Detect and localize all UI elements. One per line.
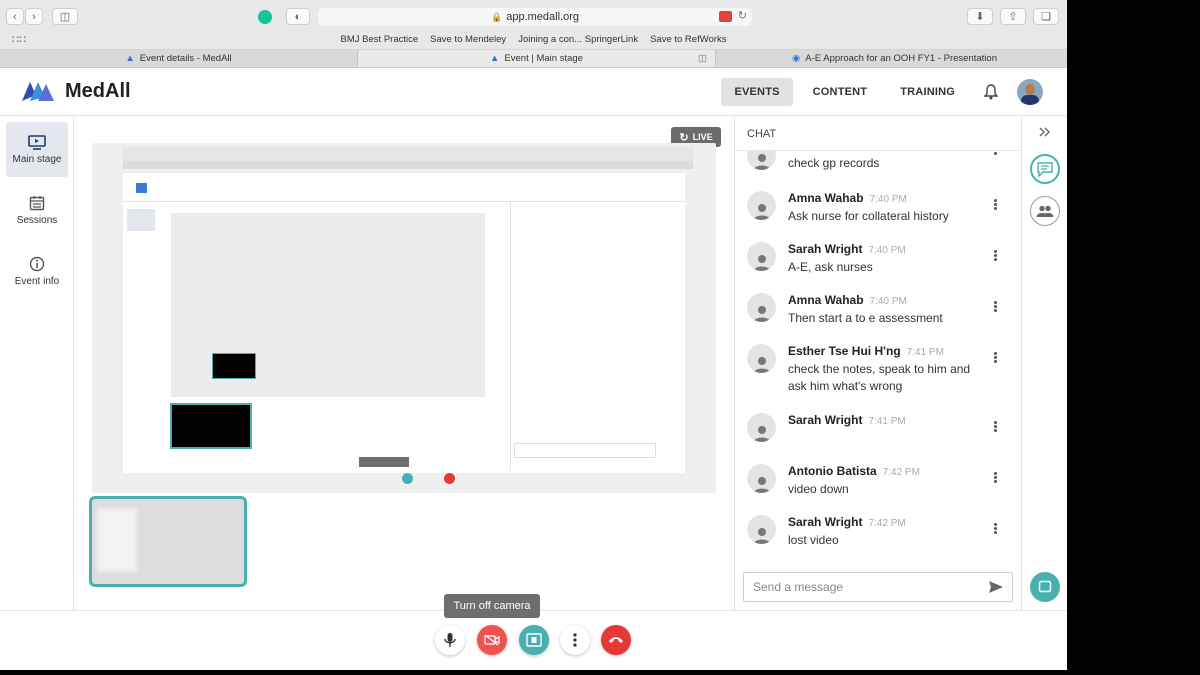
mic-button[interactable] (435, 625, 465, 655)
chat-toggle-icon[interactable] (1030, 154, 1060, 184)
chat-message-list[interactable]: check gp records Amna Wahab 7:40 PM Ask n… (735, 151, 1021, 556)
brand-logo[interactable]: MedAll (20, 79, 131, 103)
more-vertical-icon (573, 633, 577, 647)
tabs-overview-icon[interactable]: ❏ (1033, 8, 1059, 25)
more-options-icon[interactable] (994, 522, 998, 535)
event-sidebar: Main stage Sessions Event info (0, 117, 74, 610)
more-options-icon[interactable] (994, 249, 998, 262)
more-options-button[interactable] (560, 625, 590, 655)
right-rail (1023, 117, 1067, 610)
user-avatar-icon (747, 293, 776, 322)
end-call-button[interactable] (601, 625, 631, 655)
grammarly-icon[interactable] (253, 8, 277, 25)
browser-tab[interactable]: ◉ A-E Approach for an OOH FY1 - Presenta… (716, 50, 1067, 67)
browser-tabs: ▲ Event details - MedAll ▲ Event | Main … (0, 50, 1067, 68)
back-icon[interactable]: ‹ (6, 8, 24, 25)
browser-toolbar: ‹ › ◫ ◐ 🔒 app.medall.org ↻ ⬇ ⇧ ❏ (0, 0, 1067, 30)
hang-up-icon (609, 637, 623, 643)
user-avatar-icon (747, 515, 776, 544)
camera-off-icon (484, 634, 500, 646)
forward-icon[interactable]: › (25, 8, 43, 25)
bell-icon[interactable] (981, 82, 1001, 102)
address-bar[interactable]: 🔒 app.medall.org ↻ (318, 8, 752, 26)
sidebar-toggle-icon[interactable]: ◫ (52, 8, 78, 25)
favorite-link[interactable]: Joining a con... SpringerLink (518, 34, 638, 45)
camera-off-button[interactable] (477, 625, 507, 655)
medall-favicon-icon: ▲ (490, 53, 500, 64)
user-avatar-icon (747, 344, 776, 373)
self-video-tile[interactable] (89, 496, 247, 587)
user-avatar-icon (747, 413, 776, 442)
sidebar-item-main-stage[interactable]: Main stage (6, 122, 68, 177)
user-avatar-icon (747, 242, 776, 271)
info-icon (29, 256, 45, 272)
more-options-icon[interactable] (994, 151, 998, 156)
user-avatar-icon (747, 464, 776, 493)
main-nav: EVENTS CONTENT TRAINING (721, 78, 1067, 106)
more-options-icon[interactable] (994, 198, 998, 211)
main-stage: ↻ LIVE (75, 117, 734, 610)
mic-icon (444, 633, 456, 647)
app-header: MedAll EVENTS CONTENT TRAINING (0, 69, 1067, 116)
user-avatar-icon (747, 151, 776, 170)
spinner-icon: ↻ (679, 131, 689, 144)
more-options-icon[interactable] (994, 471, 998, 484)
shared-screen (92, 143, 716, 493)
favorite-link[interactable]: Save to RefWorks (650, 34, 726, 45)
browser-tab[interactable]: ▲ Event | Main stage ◫ (358, 50, 716, 67)
more-options-icon[interactable] (994, 351, 998, 364)
lock-icon: 🔒 (491, 11, 503, 22)
browser-tab[interactable]: ▲ Event details - MedAll (0, 50, 358, 67)
share-icon[interactable]: ⇧ (1000, 8, 1026, 25)
screen-share-icon (719, 11, 732, 22)
download-icon[interactable]: ⬇ (967, 8, 993, 25)
sidebar-item-event-info[interactable]: Event info (6, 244, 68, 299)
nav-training[interactable]: TRAINING (887, 78, 968, 106)
tooltip: Turn off camera (444, 594, 540, 618)
medall-favicon-icon: ▲ (125, 53, 135, 64)
app-window: ‹ › ◫ ◐ 🔒 app.medall.org ↻ ⬇ ⇧ ❏ ∷∷ BMJ … (0, 0, 1067, 670)
slides-favicon-icon: ◉ (792, 53, 801, 64)
more-options-icon[interactable] (994, 300, 998, 313)
nav-content[interactable]: CONTENT (800, 78, 881, 106)
grid-icon[interactable]: ∷∷ (12, 33, 26, 46)
chat-panel: CHAT check gp records Amna Wahab 7:40 PM … (734, 117, 1022, 610)
screen-share-icon (526, 633, 542, 647)
medall-logo-icon (22, 82, 54, 101)
participants-icon[interactable] (1030, 196, 1060, 226)
favorite-link[interactable]: Save to Mendeley (430, 34, 506, 45)
user-avatar-icon (747, 191, 776, 220)
shield-icon[interactable]: ◐ (286, 8, 310, 25)
chat-message-input[interactable]: Send a message (743, 572, 1013, 602)
collapse-icon[interactable] (1030, 121, 1060, 143)
favorites-bar: ∷∷ BMJ Best Practice Save to Mendeley Jo… (0, 30, 1067, 50)
screen-share-button[interactable] (519, 625, 549, 655)
calendar-icon (29, 196, 45, 211)
chat-bubble-icon[interactable] (1030, 572, 1060, 602)
screen-icon (28, 134, 46, 150)
avatar[interactable] (1017, 79, 1043, 105)
reload-icon[interactable]: ↻ (738, 9, 747, 22)
nav-events[interactable]: EVENTS (721, 78, 793, 106)
chat-title: CHAT (735, 117, 1021, 151)
send-icon[interactable] (988, 580, 1004, 594)
more-options-icon[interactable] (994, 420, 998, 433)
tab-share-icon: ◫ (698, 53, 707, 64)
sidebar-item-sessions[interactable]: Sessions (6, 183, 68, 238)
favorite-link[interactable]: BMJ Best Practice (341, 34, 419, 45)
